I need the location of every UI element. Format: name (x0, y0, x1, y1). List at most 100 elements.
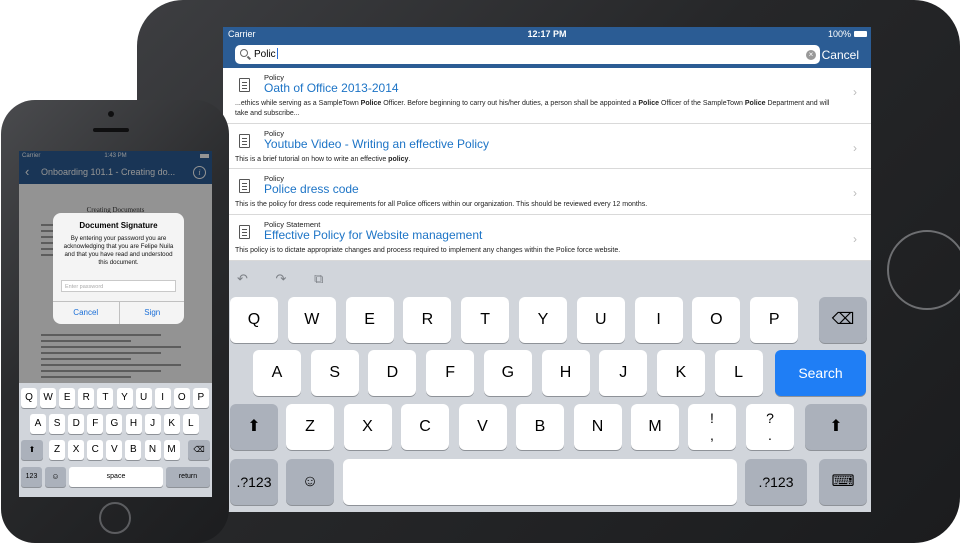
key-w[interactable]: W (287, 297, 336, 343)
iphone-screen: Carrier 1:43 PM ‹ Onboarding 101.1 - Cre… (19, 151, 212, 497)
key-l[interactable]: L (714, 350, 763, 396)
iphone-keyboard: Q W E R T Y U I O P A S D F G H J K L ⬆ Z X C V B N M ⌫ 123 ☺ space ret… (19, 383, 212, 497)
key-g[interactable]: G (106, 414, 123, 434)
shift-key-right[interactable]: ⬆ (805, 404, 867, 450)
numbers-key[interactable]: 123 (21, 467, 42, 487)
key-p[interactable]: P (192, 388, 209, 408)
key-b[interactable]: B (516, 404, 564, 450)
key-b[interactable]: B (125, 440, 142, 460)
key-k[interactable]: K (163, 414, 180, 434)
emoji-key[interactable]: ☺ (286, 459, 334, 505)
key-q[interactable]: Q (21, 388, 37, 408)
key-v[interactable]: V (458, 404, 507, 450)
search-key[interactable]: Search (775, 350, 866, 396)
key-i[interactable]: I (634, 297, 683, 343)
key-u[interactable]: U (135, 388, 152, 408)
password-field[interactable]: Enter password (61, 280, 176, 292)
key-w[interactable]: W (40, 388, 57, 408)
result-snippet: This is a brief tutorial on how to write… (235, 156, 411, 163)
key-z[interactable]: Z (49, 440, 65, 460)
key-c[interactable]: C (401, 404, 449, 450)
key-j[interactable]: J (599, 350, 648, 396)
shift-key-left[interactable]: ⬆ (230, 404, 278, 450)
key-j[interactable]: J (144, 414, 161, 434)
key-h[interactable]: H (541, 350, 590, 396)
shift-key[interactable]: ⬆ (21, 440, 43, 460)
result-snippet: This policy is to dictate appropriate ch… (235, 247, 621, 254)
iphone-home-button[interactable] (99, 502, 131, 534)
space-key[interactable]: space (69, 467, 163, 487)
battery-icon (854, 31, 867, 37)
search-result-row[interactable]: Policy Police dress code This is the polic… (223, 169, 871, 215)
key-e[interactable]: E (345, 297, 394, 343)
key-exclaim-comma[interactable]: !, (688, 404, 736, 450)
key-o[interactable]: O (692, 297, 741, 343)
key-t[interactable]: T (461, 297, 510, 343)
key-c[interactable]: C (87, 440, 104, 460)
search-result-row[interactable]: Policy Youtube Video - Writing an effecti… (223, 124, 871, 169)
key-g[interactable]: G (483, 350, 532, 396)
search-input[interactable]: Polic × (235, 45, 820, 64)
undo-icon[interactable]: ↶ (237, 271, 260, 286)
key-v[interactable]: V (106, 440, 123, 460)
backspace-key[interactable]: ⌫ (819, 297, 867, 343)
key-n[interactable]: N (573, 404, 622, 450)
numbers-key-right[interactable]: .?123 (745, 459, 807, 505)
paste-icon[interactable]: ⧉ (314, 271, 335, 286)
key-a[interactable]: A (253, 350, 301, 396)
return-key[interactable]: return (166, 467, 210, 487)
key-q[interactable]: Q (230, 297, 278, 343)
key-t[interactable]: T (97, 388, 114, 408)
key-r[interactable]: R (403, 297, 452, 343)
key-u[interactable]: U (576, 297, 625, 343)
key-y[interactable]: Y (519, 297, 567, 343)
ipad-status-bar: Carrier 12:17 PM 100% (223, 27, 871, 42)
result-title: Oath of Office 2013-2014 (264, 81, 399, 95)
search-bar: Polic × Cancel (223, 42, 871, 68)
dialog-buttons: Cancel Sign (53, 301, 184, 324)
key-k[interactable]: K (656, 350, 705, 396)
key-d[interactable]: D (68, 414, 85, 434)
space-key[interactable] (343, 459, 737, 505)
key-x[interactable]: X (68, 440, 85, 460)
sign-button[interactable]: Sign (118, 302, 185, 324)
cancel-search-button[interactable]: Cancel (822, 48, 859, 62)
search-result-row[interactable]: Policy Statement Effective Policy for Web… (223, 215, 871, 261)
search-result-row[interactable]: Policy Oath of Office 2013-2014 ...ethics … (223, 68, 871, 124)
result-snippet: ...ethics while serving as a SampleTown … (235, 100, 830, 117)
key-y[interactable]: Y (116, 388, 133, 408)
key-i[interactable]: I (154, 388, 171, 408)
key-question-period[interactable]: ?. (746, 404, 794, 450)
key-x[interactable]: X (343, 404, 392, 450)
key-r[interactable]: R (78, 388, 95, 408)
key-h[interactable]: H (125, 414, 142, 434)
key-d[interactable]: D (368, 350, 417, 396)
key-s[interactable]: S (310, 350, 359, 396)
key-l[interactable]: L (182, 414, 199, 434)
search-icon (240, 49, 248, 57)
key-z[interactable]: Z (286, 404, 334, 450)
cancel-button[interactable]: Cancel (53, 302, 119, 324)
key-o[interactable]: O (173, 388, 190, 408)
status-time: 12:17 PM (527, 29, 567, 39)
chevron-right-icon: › (853, 85, 857, 99)
key-f[interactable]: F (426, 350, 475, 396)
key-a[interactable]: A (30, 414, 46, 434)
numbers-key-left[interactable]: .?123 (230, 459, 278, 505)
key-p[interactable]: P (750, 297, 799, 343)
clear-search-icon[interactable]: × (806, 50, 816, 60)
redo-icon[interactable]: ↷ (276, 271, 299, 286)
ipad-home-button[interactable] (887, 230, 960, 310)
key-m[interactable]: M (163, 440, 180, 460)
key-m[interactable]: M (631, 404, 679, 450)
result-title: Youtube Video - Writing an effective Pol… (264, 137, 490, 151)
result-title: Effective Policy for Website management (264, 228, 483, 242)
emoji-key[interactable]: ☺ (45, 467, 66, 487)
dialog-message: By entering your password you are acknow… (63, 235, 174, 266)
key-f[interactable]: F (87, 414, 104, 434)
key-s[interactable]: S (49, 414, 66, 434)
backspace-key[interactable]: ⌫ (188, 440, 210, 460)
key-e[interactable]: E (59, 388, 76, 408)
hide-keyboard-key[interactable]: ⌨ (819, 459, 867, 505)
key-n[interactable]: N (144, 440, 161, 460)
